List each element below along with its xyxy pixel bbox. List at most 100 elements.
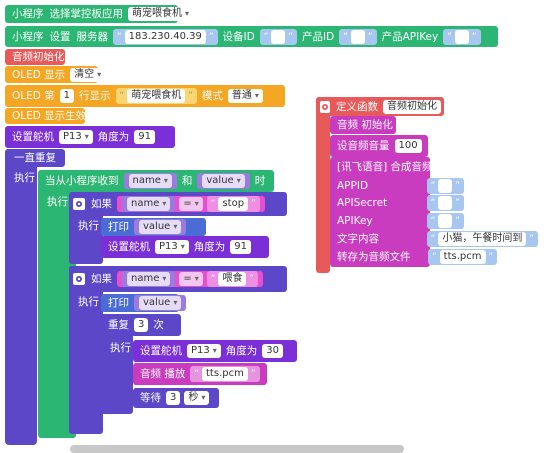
volume-input[interactable]: 100 [394, 139, 422, 153]
app-dropdown[interactable]: 萌宠喂食机 [128, 7, 194, 21]
quote-right-icon: ” [188, 91, 193, 101]
quote-left-icon: “ [430, 198, 436, 208]
if1-header: 如果 name = “stop” [69, 192, 287, 216]
quote-right-icon: ” [455, 198, 460, 208]
name-var[interactable]: name [127, 272, 171, 286]
cond-wrapper: name = “stop” [117, 196, 265, 212]
label: 选择掌控板应用 [49, 8, 124, 20]
label: 一直重复 [14, 152, 56, 164]
val-wrapper: “喂食” [206, 271, 259, 287]
oled-show-block[interactable]: OLED 显示 清空 [5, 66, 106, 83]
quote-left-icon: “ [447, 31, 452, 42]
oled-effect-block[interactable]: OLED 显示生效 [5, 108, 86, 124]
label: 设置 [49, 30, 71, 43]
set-volume-block[interactable]: 设音频音量 100 [330, 135, 428, 157]
quote-left-icon: “ [210, 274, 216, 284]
quote-left-icon: “ [117, 31, 122, 42]
text-wrapper: “小猫，午餐时间到” [426, 231, 538, 247]
if2-exec-row: 执行 [69, 294, 103, 310]
pin-dropdown[interactable]: P13 [187, 344, 221, 358]
label: APIKey [337, 215, 373, 227]
value-wrapper: value [197, 173, 250, 189]
apikey-wrapper: “” [443, 28, 481, 45]
wait-input[interactable]: 3 [166, 391, 181, 405]
gear-icon[interactable] [73, 198, 85, 210]
mode-dropdown[interactable]: 普通 [227, 89, 263, 103]
select-app-block[interactable]: 小程序 选择掌控板应用 萌宠喂食机 [5, 5, 194, 23]
op-dropdown[interactable]: = [179, 272, 203, 286]
line-input[interactable]: 1 [59, 89, 75, 103]
count-input[interactable]: 3 [134, 318, 149, 332]
angle-input[interactable]: 30 [262, 344, 284, 358]
label: 执行 [14, 172, 35, 184]
angle-input[interactable]: 91 [230, 240, 252, 254]
quote-right-icon: ” [208, 31, 214, 42]
name-var[interactable]: name [127, 197, 171, 211]
apikey-input[interactable] [438, 214, 453, 228]
play-audio-block[interactable]: 音频 播放 “tts.pcm” [133, 363, 267, 385]
oled-line-block[interactable]: OLED 第 1 行显示 “ 萌宠喂食机 ” 模式 普通 [5, 85, 285, 107]
value-var[interactable]: value [139, 296, 182, 310]
tts-title-row: [讯飞语音] 合成音频 [330, 158, 440, 176]
var-wrapper: name [122, 196, 176, 212]
product-input[interactable] [350, 29, 365, 44]
gear-icon[interactable] [73, 273, 85, 285]
appid-input[interactable] [438, 179, 453, 193]
servo-block-3[interactable]: 设置舵机 P13 角度为 30 [133, 340, 297, 362]
label: 重复 [108, 319, 129, 331]
prefix: 小程序 [12, 8, 44, 20]
text-input[interactable]: 小猫，午餐时间到 [438, 232, 527, 246]
val-input[interactable]: 喂食 [218, 272, 247, 286]
value-var[interactable]: value [202, 174, 245, 188]
function-definition-block[interactable] [316, 97, 330, 273]
audio-init-call[interactable]: 音频初始化 [5, 49, 65, 65]
angle-label: 角度为 [97, 131, 130, 143]
oled-show-dropdown[interactable]: 清空 [70, 67, 106, 82]
name-var[interactable]: name [128, 174, 172, 188]
apisecret-row: APISecret “ ” [330, 193, 470, 213]
audio-init-block[interactable]: 音频 初始化 [330, 116, 396, 134]
servo-block-1[interactable]: 设置舵机 P13 角度为 91 [5, 126, 175, 148]
label: APISecret [337, 197, 388, 209]
mode-label: 模式 [201, 90, 223, 102]
device-input[interactable] [271, 29, 286, 44]
wait-block[interactable]: 等待 3 秒 [133, 388, 219, 408]
label: 设置舵机 [108, 241, 150, 253]
quote-left-icon: “ [432, 252, 437, 262]
miniapp-settings-block[interactable]: 小程序 设置 服务器 “ 183.230.40.39 ” 设备ID “” 产品I… [5, 26, 498, 47]
label: OLED 显示 [12, 68, 66, 81]
function-header: 定义函数 音频初始化 [316, 97, 444, 116]
label: 音频 播放 [140, 368, 186, 380]
text-input[interactable]: 萌宠喂食机 [127, 89, 186, 103]
func-name-input[interactable]: 音频初始化 [383, 99, 441, 114]
servo-block-2[interactable]: 设置舵机 P13 角度为 91 [101, 236, 269, 258]
var-wrapper: value [134, 219, 187, 235]
label: 定义函数 [336, 100, 378, 113]
forever-loop-block[interactable] [5, 149, 37, 445]
angle-label: 角度为 [193, 241, 226, 253]
val-input[interactable]: stop [218, 197, 249, 211]
unit-dropdown[interactable]: 秒 [184, 391, 210, 405]
row-label: 行显示 [79, 90, 111, 102]
print-block-2[interactable]: 打印 value [101, 294, 187, 312]
quote-left-icon: “ [210, 199, 216, 209]
label: 如果 [91, 198, 112, 210]
quote-right-icon: ” [529, 234, 534, 244]
horizontal-scrollbar[interactable] [70, 445, 404, 453]
label: 设音频音量 [337, 140, 390, 152]
save-input[interactable]: tts.pcm [439, 250, 486, 264]
quote-right-icon: ” [455, 181, 460, 191]
gear-icon[interactable] [320, 100, 330, 113]
label: 当从小程序收到 [45, 175, 119, 187]
quote-right-icon: ” [288, 31, 294, 42]
pin-dropdown[interactable]: P13 [155, 240, 189, 254]
server-input[interactable]: 183.230.40.39 [124, 29, 206, 44]
print-block-1[interactable]: 打印 value [101, 218, 206, 236]
apikey-input[interactable] [454, 29, 469, 44]
apisecret-input[interactable] [438, 196, 453, 210]
value-var[interactable]: value [139, 220, 182, 234]
pin-dropdown[interactable]: P13 [59, 130, 93, 144]
op-dropdown[interactable]: = [179, 197, 203, 211]
angle-input[interactable]: 91 [134, 130, 156, 144]
file-input[interactable]: tts.pcm [202, 367, 248, 381]
